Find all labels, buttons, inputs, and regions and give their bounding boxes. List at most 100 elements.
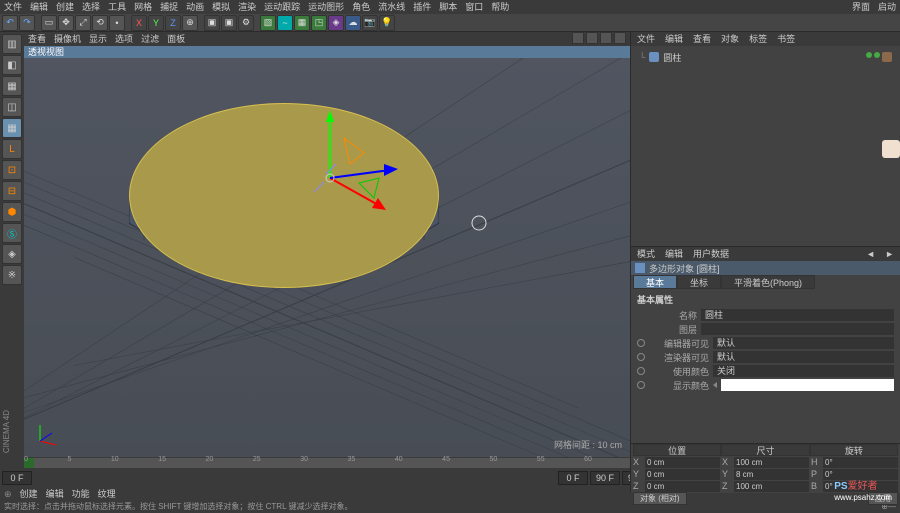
scale-tool[interactable]: ⤢ (75, 15, 91, 31)
size-z-input[interactable]: 100 cm (734, 481, 809, 492)
color-expand-icon[interactable] (713, 382, 717, 388)
menu-plugins[interactable]: 插件 (413, 0, 431, 14)
menu-tools[interactable]: 工具 (108, 0, 126, 14)
vp-display[interactable]: 显示 (89, 32, 107, 46)
om-edit[interactable]: 编辑 (661, 32, 687, 46)
om-tags[interactable]: 标签 (745, 32, 771, 46)
om-view[interactable]: 查看 (689, 32, 715, 46)
tab-coord[interactable]: 坐标 (677, 275, 721, 289)
workplane-mode[interactable]: ◫ (2, 97, 22, 117)
range-start-input[interactable] (2, 471, 32, 485)
render-view-button[interactable]: ▣ (204, 15, 220, 31)
tree-item-cylinder[interactable]: └ 圆柱 (639, 50, 892, 64)
vp-view[interactable]: 查看 (28, 32, 46, 46)
rotate-tool[interactable]: ⟲ (92, 15, 108, 31)
attr-nav-fwd-icon[interactable]: ► (881, 247, 898, 261)
render-pv-button[interactable]: ▣ (221, 15, 237, 31)
phong-tag-icon[interactable] (882, 52, 892, 62)
mat-function[interactable]: 功能 (72, 487, 90, 501)
anim-bullet-icon[interactable] (637, 367, 645, 375)
camera-menu[interactable]: 📷 (362, 15, 378, 31)
om-object[interactable]: 对象 (717, 32, 743, 46)
generator2-menu[interactable]: ◳ (311, 15, 327, 31)
vp-nav-2[interactable] (586, 32, 598, 44)
tab-phong[interactable]: 平滑着色(Phong) (721, 275, 815, 289)
edge-mode[interactable]: ⊟ (2, 181, 22, 201)
visibility-dot-editor[interactable] (866, 52, 872, 58)
misc-tool[interactable]: ※ (2, 265, 22, 285)
undo-button[interactable]: ↶ (2, 15, 18, 31)
vp-filter[interactable]: 过滤 (141, 32, 159, 46)
name-field[interactable]: 圆柱 (701, 309, 894, 321)
om-file[interactable]: 文件 (633, 32, 659, 46)
layout-interface[interactable]: 界面 (852, 0, 870, 14)
vp-camera[interactable]: 摄像机 (54, 32, 81, 46)
vp-panel[interactable]: 面板 (167, 32, 185, 46)
menu-file[interactable]: 文件 (4, 0, 22, 14)
range-end-input[interactable] (590, 471, 620, 485)
render-vis-select[interactable]: 默认 (713, 351, 894, 363)
make-editable-button[interactable]: ▥ (2, 34, 22, 54)
anim-bullet-icon[interactable] (637, 381, 645, 389)
axis-z-toggle[interactable]: Z (165, 15, 181, 31)
menu-pipeline[interactable]: 流水线 (378, 0, 405, 14)
visibility-dot-render[interactable] (874, 52, 880, 58)
use-color-select[interactable]: 关闭 (713, 365, 894, 377)
move-tool[interactable]: ✥ (58, 15, 74, 31)
object-mode[interactable]: ▦ (2, 118, 22, 138)
layout-startup[interactable]: 启动 (878, 0, 896, 14)
redo-button[interactable]: ↷ (19, 15, 35, 31)
tab-basic[interactable]: 基本 (633, 275, 677, 289)
perspective-viewport[interactable]: 网格间距 : 10 cm (24, 58, 630, 457)
current-frame-input[interactable] (558, 471, 588, 485)
pos-x-input[interactable]: 0 cm (645, 457, 720, 468)
menu-edit[interactable]: 编辑 (30, 0, 48, 14)
menu-snap[interactable]: 捕捉 (160, 0, 178, 14)
vp-nav-3[interactable] (600, 32, 612, 44)
environment-menu[interactable]: ☁ (345, 15, 361, 31)
primitive-menu[interactable]: ▧ (260, 15, 276, 31)
deformer-menu[interactable]: ◈ (328, 15, 344, 31)
editor-vis-select[interactable]: 默认 (713, 337, 894, 349)
vp-options[interactable]: 选项 (115, 32, 133, 46)
vp-nav-1[interactable] (572, 32, 584, 44)
menu-render[interactable]: 渲染 (238, 0, 256, 14)
attr-nav-back-icon[interactable]: ◄ (862, 247, 879, 261)
menu-help[interactable]: 帮助 (491, 0, 509, 14)
mat-edit[interactable]: 编辑 (46, 487, 64, 501)
attr-mode[interactable]: 模式 (633, 247, 659, 261)
anim-bullet-icon[interactable] (637, 353, 645, 361)
last-tool[interactable]: • (109, 15, 125, 31)
model-mode[interactable]: ◧ (2, 55, 22, 75)
display-color-swatch[interactable] (721, 379, 894, 391)
menu-char[interactable]: 角色 (352, 0, 370, 14)
menu-create[interactable]: 创建 (56, 0, 74, 14)
menu-motrack[interactable]: 运动跟踪 (264, 0, 300, 14)
menu-mograph[interactable]: 运动图形 (308, 0, 344, 14)
vp-nav-4[interactable] (614, 32, 626, 44)
anim-bullet-icon[interactable] (637, 339, 645, 347)
object-manager[interactable]: └ 圆柱 (631, 46, 900, 246)
pos-z-input[interactable]: 0 cm (645, 481, 720, 492)
axis-y-toggle[interactable]: Y (148, 15, 164, 31)
light-menu[interactable]: 💡 (379, 15, 395, 31)
live-select-tool[interactable]: ▭ (41, 15, 57, 31)
axis-mode[interactable]: L (2, 139, 22, 159)
menu-sim[interactable]: 模拟 (212, 0, 230, 14)
attr-userdata[interactable]: 用户数据 (689, 247, 733, 261)
coord-tab-pos[interactable]: 位置 (633, 444, 721, 456)
coord-mode-select[interactable]: 对象 (相对) (633, 492, 687, 505)
spline-menu[interactable]: ~ (277, 15, 293, 31)
texture-mode[interactable]: ▦ (2, 76, 22, 96)
menu-script[interactable]: 脚本 (439, 0, 457, 14)
axis-x-toggle[interactable]: X (131, 15, 147, 31)
generator-menu[interactable]: ▦ (294, 15, 310, 31)
snap-toggle[interactable]: Ⓢ (2, 223, 22, 243)
size-x-input[interactable]: 100 cm (734, 457, 809, 468)
coord-tab-size[interactable]: 尺寸 (721, 444, 809, 456)
om-bookmarks[interactable]: 书签 (773, 32, 799, 46)
rot-h-input[interactable]: 0° (823, 457, 898, 468)
menu-select[interactable]: 选择 (82, 0, 100, 14)
poly-mode[interactable]: ⬢ (2, 202, 22, 222)
coord-system-toggle[interactable]: ⊕ (182, 15, 198, 31)
